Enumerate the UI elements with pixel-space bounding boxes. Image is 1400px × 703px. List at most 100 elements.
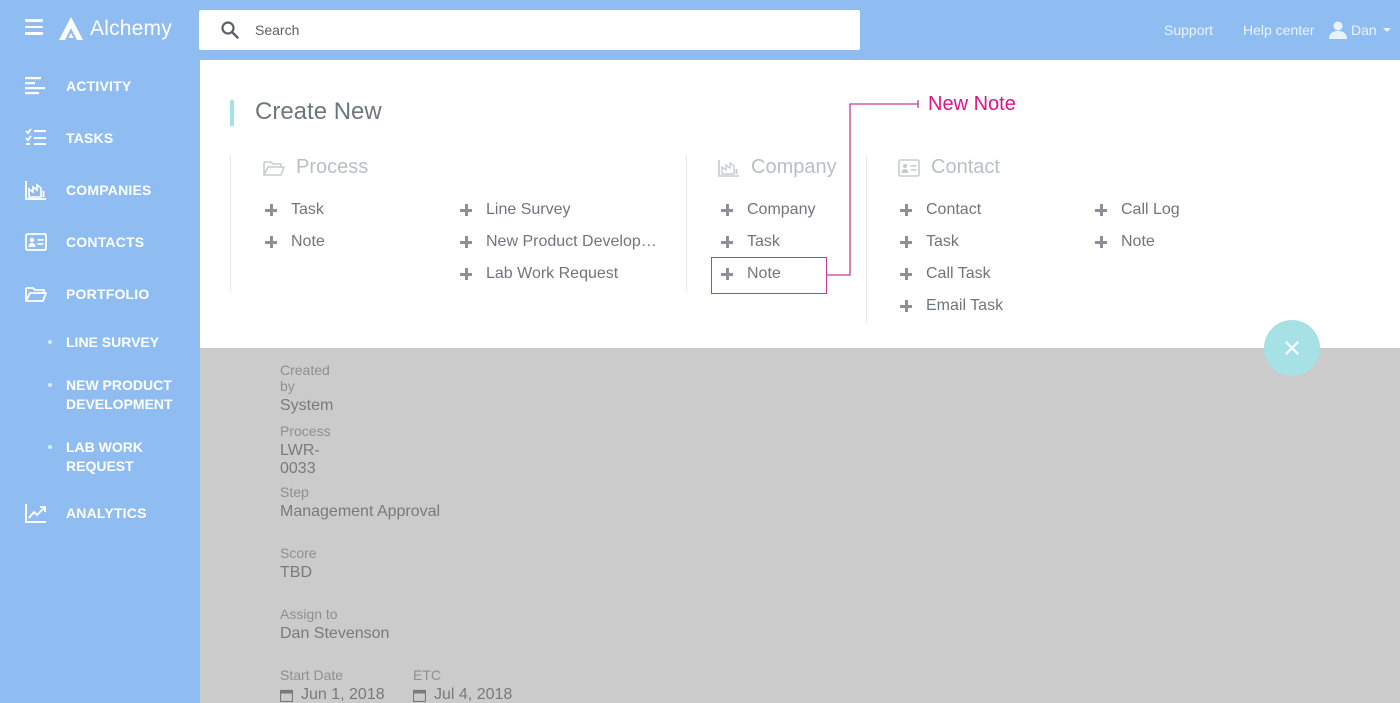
create-contact-call-log[interactable]: Call Log xyxy=(1095,199,1180,221)
option-label: Contact xyxy=(926,201,982,218)
top-bar: Alchemy Support Help center Dan xyxy=(0,0,1400,60)
plus-icon xyxy=(721,204,733,216)
app-logo[interactable]: Alchemy xyxy=(58,14,172,44)
group-heading-label: Contact xyxy=(931,156,1000,178)
option-label: Company xyxy=(747,201,816,218)
create-process-line-survey[interactable]: Line Survey xyxy=(460,199,571,221)
user-icon xyxy=(1329,21,1347,39)
field-etc: ETC Jul 4, 2018 xyxy=(413,667,533,703)
companies-icon xyxy=(718,159,739,177)
search-bar[interactable] xyxy=(199,10,860,50)
sidebar-item-label: ANALYTICS xyxy=(66,505,147,521)
sidebar-item-tasks[interactable]: TASKS xyxy=(0,118,200,158)
create-process-task[interactable]: Task xyxy=(265,199,324,221)
option-label: Task xyxy=(291,201,324,218)
field-label: Assign to xyxy=(280,606,338,622)
close-button[interactable] xyxy=(1264,320,1320,376)
create-process-new-product-development[interactable]: New Product Develop… xyxy=(460,231,657,253)
companies-icon xyxy=(25,181,46,200)
bullet-icon xyxy=(48,340,52,344)
field-score: Score TBD xyxy=(280,545,317,582)
folder-icon xyxy=(263,160,285,176)
field-assign-to: Assign to Dan Stevenson xyxy=(280,606,480,643)
create-contact-email-task[interactable]: Email Task xyxy=(900,295,1003,317)
plus-icon xyxy=(900,268,912,280)
field-label: Start Date xyxy=(280,667,344,683)
sidebar-subitem-line-survey[interactable]: LINE SURVEY xyxy=(0,333,200,353)
create-new-panel: Create New Process Task Note Line Survey… xyxy=(200,60,1400,348)
plus-icon xyxy=(721,236,733,248)
option-label: Note xyxy=(291,233,325,250)
activity-icon xyxy=(25,77,45,95)
search-input[interactable] xyxy=(255,22,815,38)
field-value[interactable]: Jul 4, 2018 xyxy=(413,686,533,703)
sidebar-subitem-label: LAB WORK REQUEST xyxy=(66,439,143,474)
group-heading-label: Company xyxy=(751,156,837,178)
create-contact-call-task[interactable]: Call Task xyxy=(900,263,991,285)
field-label: Step xyxy=(280,484,309,500)
user-menu[interactable]: Dan xyxy=(1328,20,1391,40)
create-contact-contact[interactable]: Contact xyxy=(900,199,981,221)
panel-title: Create New xyxy=(255,98,382,125)
create-company-company[interactable]: Company xyxy=(721,199,815,221)
calendar-icon xyxy=(413,689,426,702)
field-step: Step Management Approval xyxy=(280,484,520,521)
annotation-label: New Note xyxy=(928,93,1016,115)
sidebar-item-companies[interactable]: COMPANIES xyxy=(0,170,200,210)
plus-icon xyxy=(1095,236,1107,248)
help-center-link[interactable]: Help center xyxy=(1243,22,1315,38)
tasks-icon xyxy=(25,128,46,145)
field-created-by: Created by System xyxy=(280,362,333,415)
sidebar-item-label: PORTFOLIO xyxy=(66,286,150,302)
contact-group-heading: Contact xyxy=(898,156,1000,179)
sidebar-item-contacts[interactable]: CONTACTS xyxy=(0,222,200,262)
sidebar-item-activity[interactable]: ACTIVITY xyxy=(0,66,200,106)
option-label: Task xyxy=(926,233,959,250)
plus-icon xyxy=(265,236,277,248)
user-name: Dan xyxy=(1351,22,1377,38)
plus-icon xyxy=(265,204,277,216)
create-process-lab-work-request[interactable]: Lab Work Request xyxy=(460,263,618,285)
etc-value: Jul 4, 2018 xyxy=(434,686,513,703)
divider xyxy=(230,156,231,291)
create-company-task[interactable]: Task xyxy=(721,231,780,253)
menu-icon[interactable] xyxy=(25,19,43,35)
option-label: Call Log xyxy=(1121,201,1180,218)
sidebar-subitem-lab-work-request[interactable]: LAB WORK REQUEST xyxy=(0,438,200,478)
analytics-icon xyxy=(25,504,46,523)
annotation-highlight-box xyxy=(711,257,827,294)
create-contact-task[interactable]: Task xyxy=(900,231,959,253)
sidebar: ACTIVITY TASKS COMPANIES CONTACTS PORTFO… xyxy=(0,60,200,703)
plus-icon xyxy=(460,204,472,216)
option-label: Line Survey xyxy=(486,201,571,218)
company-group-heading: Company xyxy=(718,156,837,179)
field-label: Process xyxy=(280,423,331,439)
create-process-note[interactable]: Note xyxy=(265,231,325,253)
sidebar-subitem-label: LINE SURVEY xyxy=(66,334,160,350)
start-date-value: Jun 1, 2018 xyxy=(301,686,385,703)
calendar-icon xyxy=(280,689,293,702)
field-value: TBD xyxy=(280,564,312,581)
search-icon xyxy=(221,21,239,39)
plus-icon xyxy=(460,236,472,248)
contacts-icon xyxy=(25,233,47,251)
sidebar-subitem-new-product-development[interactable]: NEW PRODUCT DEVELOPMENT xyxy=(0,376,200,416)
title-accent-bar xyxy=(230,100,234,126)
support-link[interactable]: Support xyxy=(1164,22,1213,38)
app-name: Alchemy xyxy=(90,17,172,40)
sidebar-item-label: TASKS xyxy=(66,130,114,146)
sidebar-item-analytics[interactable]: ANALYTICS xyxy=(0,493,200,533)
sidebar-item-label: CONTACTS xyxy=(66,234,145,250)
option-label: Task xyxy=(747,233,780,250)
sidebar-item-portfolio[interactable]: PORTFOLIO xyxy=(0,274,200,314)
plus-icon xyxy=(460,268,472,280)
create-contact-note[interactable]: Note xyxy=(1095,231,1155,253)
logo-icon xyxy=(59,17,83,40)
contacts-icon xyxy=(898,158,920,177)
sidebar-item-label: COMPANIES xyxy=(66,182,152,198)
option-label: New Product Develop… xyxy=(486,233,657,250)
bullet-icon xyxy=(48,445,52,449)
field-value[interactable]: Jun 1, 2018 xyxy=(280,686,400,703)
close-icon xyxy=(1285,341,1299,355)
sidebar-subitem-label: NEW PRODUCT DEVELOPMENT xyxy=(66,377,173,412)
